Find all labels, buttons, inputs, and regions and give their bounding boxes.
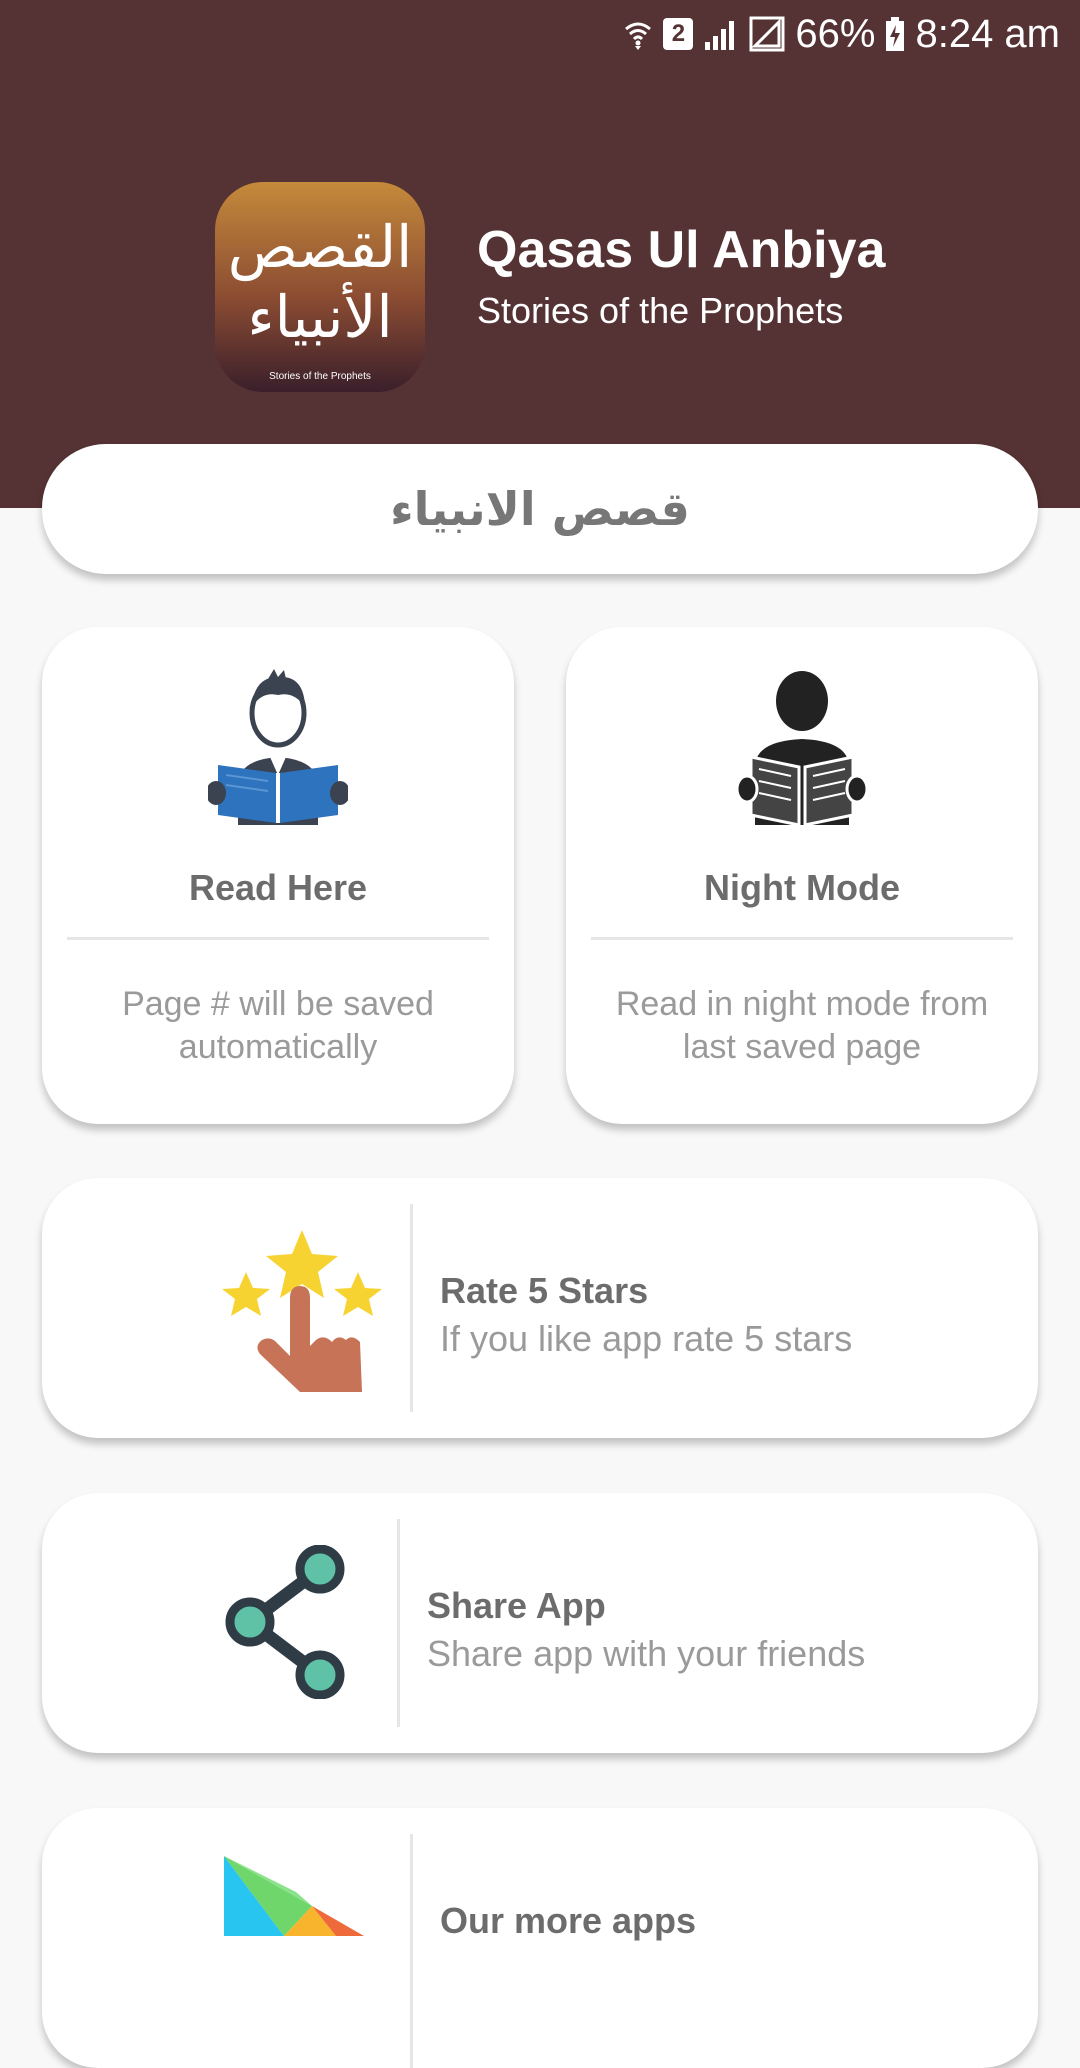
wifi-icon <box>625 22 652 50</box>
rate-title: Rate 5 Stars <box>440 1270 649 1311</box>
banner-text: قصص الانبياء <box>390 482 690 536</box>
rate-app-card[interactable]: Rate 5 Stars If you like app rate 5 star… <box>42 1178 1038 1438</box>
logo-arabic-text: القصص الأنبياء <box>227 213 413 351</box>
signal-icon <box>705 21 735 50</box>
night-reader-icon <box>737 671 867 825</box>
signal-icon-2 <box>749 16 785 52</box>
logo-caption: Stories of the Prophets <box>269 371 371 382</box>
reading-person-icon <box>208 669 348 825</box>
status-bar: 2 66% 8:24 am <box>623 0 1060 68</box>
night-mode-title: Night Mode <box>704 867 900 908</box>
arabic-title-banner: قصص الانبياء <box>42 444 1038 574</box>
rate-description: If you like app rate 5 stars <box>440 1318 853 1359</box>
night-mode-card[interactable]: Night Mode Read in night mode from last … <box>566 627 1038 1124</box>
battery-percent: 66% <box>795 11 876 56</box>
vertical-divider <box>410 1834 413 2068</box>
read-here-title: Read Here <box>188 867 368 908</box>
share-app-card[interactable]: Share App Share app with your friends <box>42 1493 1038 1753</box>
more-apps-card[interactable]: Our more apps <box>42 1808 1038 2068</box>
share-icon <box>225 1545 345 1699</box>
app-logo: القصص الأنبياء Stories of the Prophets <box>215 182 425 392</box>
read-here-card[interactable]: Read Here Page # will be saved automatic… <box>42 627 514 1124</box>
rate-stars-icon <box>222 1230 382 1392</box>
vertical-divider <box>410 1204 413 1412</box>
divider <box>591 937 1013 940</box>
battery-charging-icon <box>886 17 905 51</box>
sim-badge: 2 <box>663 18 694 50</box>
app-subtitle: Stories of the Prophets <box>477 290 844 331</box>
vertical-divider <box>397 1519 400 1727</box>
divider <box>67 937 489 940</box>
clock: 8:24 am <box>915 11 1060 56</box>
night-mode-description: Read in night mode from last saved page <box>615 985 989 1066</box>
play-store-icon <box>224 1856 364 1936</box>
read-here-description: Page # will be saved automatically <box>122 985 434 1066</box>
share-description: Share app with your friends <box>427 1633 866 1674</box>
more-apps-title: Our more apps <box>440 1900 697 1941</box>
app-title: Qasas Ul Anbiya <box>477 221 886 279</box>
share-title: Share App <box>427 1585 606 1626</box>
